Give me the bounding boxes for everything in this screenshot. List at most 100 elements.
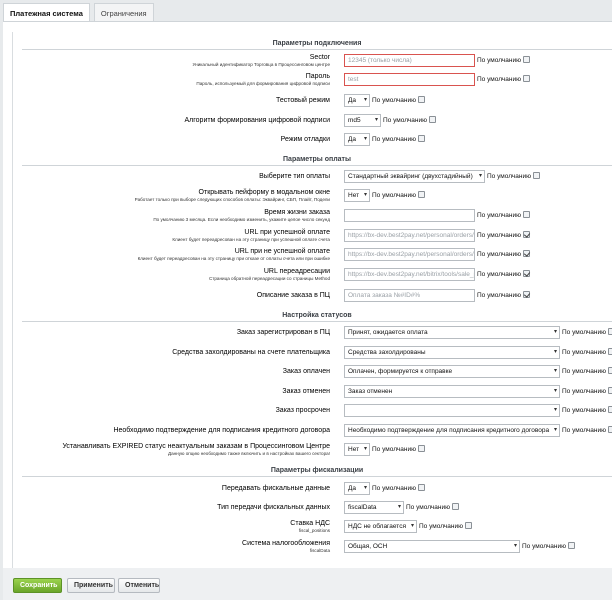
test-mode-default[interactable]: По умолчанию [372, 96, 425, 104]
tax-system-default-checkbox[interactable] [567, 542, 575, 549]
success-url-input[interactable]: https://bx-dev.best2pay.net/personal/ord… [344, 229, 475, 242]
st-cancel-label: Заказ отменен [282, 388, 330, 395]
st-paid-select[interactable]: Оплачен, формируется к отправке ▾ [344, 365, 560, 378]
debug-mode-select[interactable]: Да ▾ [344, 133, 370, 146]
st-paid-default[interactable]: По умолчанию [562, 367, 612, 375]
fail-url-label: URL при не успешной оплате [234, 248, 330, 255]
fiscal-type-default-checkbox[interactable] [451, 503, 459, 510]
vat-default-checkbox[interactable] [464, 522, 472, 529]
st-paid-label: Заказ оплачен [282, 368, 330, 375]
debug-mode-default[interactable]: По умолчанию [372, 135, 425, 143]
pay-type-label: Выберите тип оплаты [259, 173, 330, 180]
tab-restrictions[interactable]: Ограничения [93, 3, 154, 22]
fiscal-send-label: Передавать фискальные данные [221, 485, 330, 492]
cancel-button[interactable]: Отменить [118, 578, 160, 593]
st-cancel-select[interactable]: Заказ отменен ▾ [344, 385, 560, 398]
tax-system-default[interactable]: По умолчанию [522, 542, 575, 550]
modal-default-checkbox[interactable] [417, 191, 425, 198]
password-default-checkbox[interactable] [522, 75, 530, 82]
order-life-default[interactable]: По умолчанию [477, 211, 530, 219]
order-life-label: Время жизни заказа [264, 209, 330, 216]
test-mode-default-checkbox[interactable] [417, 96, 425, 103]
fail-url-default-checkbox[interactable] [522, 250, 530, 257]
st-registered-default-checkbox[interactable] [607, 328, 612, 335]
st-credit-select[interactable]: Необходимо подтверждение для подписания … [344, 424, 560, 437]
chevron-down-icon: ▾ [374, 117, 378, 123]
fiscal-send-select[interactable]: Да ▾ [344, 482, 370, 495]
fail-url-sublabel: Клиент будет переадресован на эту страни… [137, 256, 330, 261]
fail-url-default[interactable]: По умолчанию [477, 250, 530, 258]
row-tax-system: Система налогообложения fiscalData Общая… [13, 540, 612, 553]
debug-mode-label: Режим отладки [280, 136, 330, 143]
success-url-default[interactable]: По умолчанию [477, 231, 530, 239]
redirect-url-default-checkbox[interactable] [522, 270, 530, 277]
st-overdue-default[interactable]: По умолчанию [562, 406, 612, 414]
redirect-url-input[interactable]: https://bx-dev.best2pay.net/bitrix/tools… [344, 268, 475, 281]
sign-algo-default[interactable]: По умолчанию [383, 116, 436, 124]
st-expired-select[interactable]: Нет ▾ [344, 443, 370, 456]
st-cancel-default-checkbox[interactable] [607, 387, 612, 394]
chevron-down-icon: ▾ [553, 407, 557, 413]
test-mode-label: Тестовый режим [275, 97, 330, 104]
st-registered-label: Заказ зарегистрирован в ПЦ [236, 329, 330, 336]
modal-select[interactable]: Нет ▾ [344, 189, 370, 202]
st-expired-default-checkbox[interactable] [417, 445, 425, 452]
fiscal-type-default[interactable]: По умолчанию [406, 503, 459, 511]
st-credit-default-checkbox[interactable] [607, 426, 612, 433]
st-hold-default[interactable]: По умолчанию [562, 348, 612, 356]
debug-mode-default-checkbox[interactable] [417, 135, 425, 142]
section-statuses-header: Настройка статусов [22, 310, 612, 322]
tab-bar: Платежная система Ограничения [3, 3, 158, 22]
sector-default[interactable]: По умолчанию [477, 56, 530, 64]
modal-default[interactable]: По умолчанию [372, 191, 425, 199]
chevron-down-icon: ▾ [363, 97, 367, 103]
description-default-checkbox[interactable] [522, 291, 530, 298]
st-expired-default[interactable]: По умолчанию [372, 445, 425, 453]
sign-algo-select[interactable]: md5 ▾ [344, 114, 381, 127]
fiscal-send-default[interactable]: По умолчанию [372, 484, 425, 492]
order-life-input[interactable] [344, 209, 475, 222]
vat-default[interactable]: По умолчанию [419, 522, 472, 530]
chevron-down-icon: ▾ [363, 192, 367, 198]
password-default[interactable]: По умолчанию [477, 75, 530, 83]
fiscal-type-select[interactable]: fiscalData ▾ [344, 501, 404, 514]
pay-type-default[interactable]: По умолчанию [487, 172, 540, 180]
settings-form: Параметры подключения Sector Уникальный … [12, 32, 612, 568]
st-paid-default-checkbox[interactable] [607, 367, 612, 374]
vat-select[interactable]: НДС не облагается ▾ [344, 520, 417, 533]
row-st-credit: Необходимо подтверждение для подписания … [13, 424, 612, 437]
fail-url-input[interactable]: https://bx-dev.best2pay.net/personal/ord… [344, 248, 475, 261]
redirect-url-default[interactable]: По умолчанию [477, 270, 530, 278]
pay-type-select[interactable]: Стандартный эквайринг (двухстадийный) ▾ [344, 170, 485, 183]
save-button[interactable]: Сохранить [13, 578, 62, 593]
st-hold-default-checkbox[interactable] [607, 348, 612, 355]
st-registered-select[interactable]: Принят, ожидается оплата ▾ [344, 326, 560, 339]
fiscal-send-default-checkbox[interactable] [417, 484, 425, 491]
success-url-default-checkbox[interactable] [522, 231, 530, 238]
pay-type-default-checkbox[interactable] [532, 172, 540, 179]
st-credit-label: Необходимо подтверждение для подписания … [113, 427, 330, 434]
password-input[interactable]: test [344, 73, 475, 86]
description-default[interactable]: По умолчанию [477, 291, 530, 299]
sector-default-checkbox[interactable] [522, 56, 530, 63]
st-credit-default[interactable]: По умолчанию [562, 426, 612, 434]
sign-algo-label: Алгоритм формирования цифровой подписи [184, 117, 331, 124]
description-input[interactable]: Оплата заказа №#ID#% [344, 289, 475, 302]
st-overdue-default-checkbox[interactable] [607, 406, 612, 413]
apply-button[interactable]: Применить [67, 578, 115, 593]
row-st-paid: Заказ оплачен Оплачен, формируется к отп… [13, 365, 612, 378]
st-hold-select[interactable]: Средства захолдированы ▾ [344, 346, 560, 359]
row-vat: Ставка НДС fiscal_positions НДС не облаг… [13, 520, 612, 533]
sign-algo-default-checkbox[interactable] [428, 116, 436, 123]
sector-input[interactable]: 12345 (только числа) [344, 54, 475, 67]
password-sublabel: Пароль, используемый для формирования ци… [196, 81, 330, 86]
st-overdue-select[interactable]: ▾ [344, 404, 560, 417]
tax-system-select[interactable]: Общая, ОСН ▾ [344, 540, 520, 553]
test-mode-select[interactable]: Да ▾ [344, 94, 370, 107]
order-life-default-checkbox[interactable] [522, 211, 530, 218]
row-st-registered: Заказ зарегистрирован в ПЦ Принят, ожида… [13, 326, 612, 339]
vat-sublabel: fiscal_positions [298, 528, 330, 533]
st-cancel-default[interactable]: По умолчанию [562, 387, 612, 395]
st-registered-default[interactable]: По умолчанию [562, 328, 612, 336]
tab-payment-system[interactable]: Платежная система [3, 3, 90, 22]
